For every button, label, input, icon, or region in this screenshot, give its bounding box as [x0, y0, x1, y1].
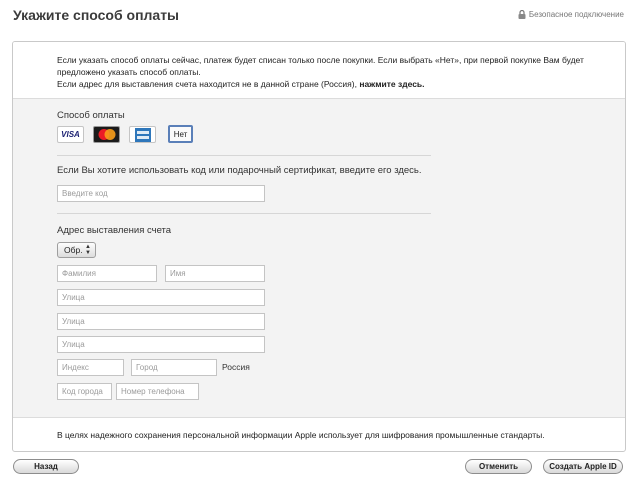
- mastercard-icon[interactable]: [93, 126, 120, 143]
- payment-panel: Если указать способ оплаты сейчас, плате…: [12, 41, 626, 452]
- zip-field[interactable]: Индекс: [57, 359, 124, 376]
- select-arrows-icon: ▲ ▼: [85, 244, 91, 256]
- gift-code-label: Если Вы хотите использовать код или пода…: [57, 165, 422, 176]
- secure-connection: Безопасное подключение: [518, 10, 624, 19]
- cancel-button[interactable]: Отменить: [465, 459, 532, 474]
- no-payment-option[interactable]: Нет: [168, 125, 193, 143]
- notice-country-label: Если адрес для выставления счета находит…: [57, 79, 360, 89]
- security-footer-note: В целях надежного сохранения персонально…: [57, 430, 545, 440]
- divider: [57, 155, 431, 156]
- street-field-2[interactable]: Улица: [57, 313, 265, 330]
- salutation-select[interactable]: Обр. ▲ ▼: [57, 242, 96, 258]
- notice-box: Если указать способ оплаты сейчас, плате…: [13, 42, 625, 99]
- click-here-link[interactable]: нажмите здесь.: [359, 79, 424, 89]
- area-code-field[interactable]: Код города: [57, 383, 112, 400]
- back-button[interactable]: Назад: [13, 459, 79, 474]
- city-field[interactable]: Город: [131, 359, 217, 376]
- amex-icon[interactable]: [129, 126, 156, 143]
- page-title: Укажите способ оплаты: [13, 7, 180, 23]
- billing-address-label: Адрес выставления счета: [57, 225, 172, 236]
- amex-logo: [134, 127, 151, 142]
- lock-icon: [518, 10, 526, 19]
- salutation-value: Обр.: [64, 245, 83, 255]
- notice-text: Если указать способ оплаты сейчас, плате…: [57, 55, 584, 77]
- divider: [57, 213, 431, 214]
- gift-code-input[interactable]: Введите код: [57, 185, 265, 202]
- street-field-3[interactable]: Улица: [57, 336, 265, 353]
- visa-card-icon[interactable]: VISA: [57, 126, 84, 143]
- phone-field[interactable]: Номер телефона: [116, 383, 199, 400]
- create-apple-id-button[interactable]: Создать Apple ID: [543, 459, 623, 474]
- street-field-1[interactable]: Улица: [57, 289, 265, 306]
- mastercard-logo: [98, 129, 115, 140]
- country-label: Россия: [222, 362, 250, 372]
- payment-method-label: Способ оплаты: [57, 110, 125, 121]
- notice-country-text: Если адрес для выставления счета находит…: [57, 78, 612, 90]
- secure-label: Безопасное подключение: [528, 10, 624, 19]
- last-name-field[interactable]: Фамилия: [57, 265, 157, 282]
- first-name-field[interactable]: Имя: [165, 265, 265, 282]
